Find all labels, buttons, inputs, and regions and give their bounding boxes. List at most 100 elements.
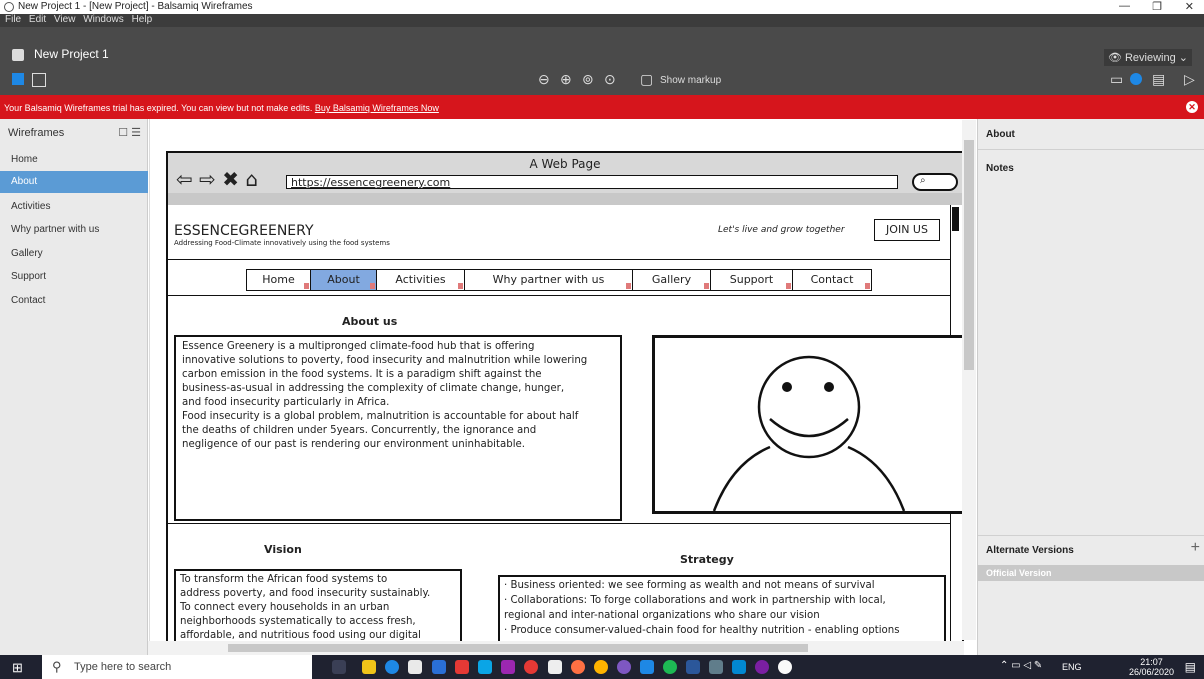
app-w-icon[interactable] <box>501 660 515 674</box>
store-icon[interactable] <box>408 660 422 674</box>
zoom-out-icon[interactable]: ⊖ <box>538 71 550 88</box>
list-view-icon[interactable] <box>12 73 24 85</box>
nav-why-partner[interactable]: Why partner with us <box>465 270 633 290</box>
nav-gallery[interactable]: Gallery <box>633 270 711 290</box>
zoom-actual-icon[interactable]: ⊚ <box>582 71 594 88</box>
sidebar-item-why-partner[interactable]: Why partner with us <box>0 219 148 241</box>
nav-activities[interactable]: Activities <box>377 270 465 290</box>
sidebar-view-toggle-icon[interactable]: ☐ ☰ <box>118 126 141 139</box>
app-shield-icon[interactable] <box>455 660 469 674</box>
zoom-in-icon[interactable]: ⊕ <box>560 71 572 88</box>
present-icon[interactable]: ▷ <box>1184 71 1195 88</box>
menu-bar: File Edit View Windows Help <box>0 14 1204 27</box>
canvas-horizontal-scrollbar[interactable] <box>148 641 964 655</box>
app-pen-icon[interactable] <box>709 660 723 674</box>
reviewing-label: Reviewing <box>1124 52 1176 64</box>
canvas-vertical-scrollbar[interactable] <box>962 120 976 640</box>
page-scroll-thumb[interactable] <box>952 207 959 231</box>
info-icon[interactable] <box>1130 73 1142 85</box>
strategy-text-box: · Business oriented: we see forming as w… <box>498 575 946 641</box>
nav-about[interactable]: About <box>311 270 377 290</box>
nav-support[interactable]: Support <box>711 270 793 290</box>
taskbar-clock[interactable]: 21:07 26/06/2020 <box>1129 657 1174 677</box>
zoom-fit-icon[interactable]: ⊙ <box>604 71 616 88</box>
brand-tagline: Addressing Food-Climate innovatively usi… <box>174 239 390 247</box>
windows-start-icon[interactable]: ⊞ <box>12 660 23 676</box>
comment-icon[interactable]: ▭ <box>1110 71 1123 88</box>
markup-icon[interactable]: ▢ <box>640 71 653 88</box>
browser-nav-icons: ⇦ ⇨ ✖ ⌂ <box>176 167 259 191</box>
banner-close-icon[interactable]: ✕ <box>1186 101 1198 113</box>
browser-chrome: A Web Page ⇦ ⇨ ✖ ⌂ https://essencegreene… <box>166 151 964 207</box>
notification-icon[interactable]: ▤ <box>1185 660 1196 674</box>
mail-icon[interactable] <box>478 660 492 674</box>
strategy-heading: Strategy <box>680 553 734 566</box>
spotify-icon[interactable] <box>663 660 677 674</box>
vertical-scroll-thumb[interactable] <box>964 140 974 370</box>
url-bar[interactable]: https://essencegreenery.com <box>286 175 898 189</box>
sidebar-item-activities[interactable]: Activities <box>0 196 148 218</box>
project-title: New Project 1 <box>34 47 109 61</box>
nav-home[interactable]: Home <box>247 270 311 290</box>
grid-view-icon[interactable] <box>32 73 46 87</box>
horizontal-scroll-thumb[interactable] <box>228 644 808 652</box>
windows-taskbar: ⊞ ⚲ Type here to search ⌃ ▭ ◁ ✎ ENG 21:0… <box>0 655 1204 679</box>
about-text-box: Essence Greenery is a multipronged clima… <box>174 335 622 521</box>
browser-title: A Web Page <box>529 157 601 171</box>
notepad-icon[interactable] <box>548 660 562 674</box>
wireframe-page: A Web Page ⇦ ⇨ ✖ ⌂ https://essencegreene… <box>166 151 964 641</box>
reviewing-mode-button[interactable]: 👁 Reviewing ⌄ <box>1103 49 1192 66</box>
close-icon[interactable]: ✕ <box>1185 0 1194 13</box>
app-c-icon[interactable] <box>617 660 631 674</box>
menu-help[interactable]: Help <box>132 14 153 25</box>
vision-heading: Vision <box>264 543 302 556</box>
menu-file[interactable]: File <box>5 14 21 25</box>
properties-panel: About Notes Alternate Versions + Officia… <box>977 119 1204 655</box>
notes-icon[interactable]: ▤ <box>1152 71 1165 88</box>
menu-windows[interactable]: Windows <box>83 14 124 25</box>
menu-view[interactable]: View <box>54 14 76 25</box>
notes-heading: Notes <box>986 163 1014 174</box>
page-body: ESSENCEGREENERY Addressing Food-Climate … <box>166 205 964 641</box>
window-title: New Project 1 - [New Project] - Balsamiq… <box>18 1 253 12</box>
word-icon[interactable] <box>686 660 700 674</box>
minimize-icon[interactable]: — <box>1119 0 1130 12</box>
search-placeholder: Type here to search <box>74 661 172 673</box>
taskbar-search[interactable]: ⚲ Type here to search <box>42 655 312 679</box>
task-view-icon[interactable] <box>332 660 346 674</box>
sidebar-item-contact[interactable]: Contact <box>0 290 148 312</box>
chrome-icon[interactable] <box>594 660 608 674</box>
slogan: Let's live and grow together <box>718 225 845 235</box>
show-markup-button[interactable]: Show markup <box>660 75 721 86</box>
sidebar-title: Wireframes <box>8 127 65 139</box>
join-us-button[interactable]: JOIN US <box>874 219 940 241</box>
app-icon <box>4 2 14 12</box>
firefox-icon[interactable] <box>571 660 585 674</box>
banner-message: Your Balsamiq Wireframes trial has expir… <box>4 103 313 113</box>
menu-edit[interactable]: Edit <box>29 14 46 25</box>
tray-icons[interactable]: ⌃ ▭ ◁ ✎ <box>1000 660 1042 671</box>
browser-search-icon[interactable]: ⌕ <box>912 173 958 191</box>
sidebar-item-about[interactable]: About <box>0 171 148 193</box>
add-version-icon[interactable]: + <box>1191 539 1200 557</box>
sidebar-item-support[interactable]: Support <box>0 266 148 288</box>
nav-contact[interactable]: Contact <box>793 270 871 290</box>
app-l-icon[interactable] <box>432 660 446 674</box>
site-nav: Home About Activities Why partner with u… <box>246 269 872 291</box>
official-version-item[interactable]: Official Version <box>978 565 1204 581</box>
maximize-icon[interactable]: ❐ <box>1152 0 1162 13</box>
file-explorer-icon[interactable] <box>362 660 376 674</box>
app-flag-icon[interactable] <box>732 660 746 674</box>
app-game-icon[interactable] <box>755 660 769 674</box>
trial-expired-banner: Your Balsamiq Wireframes trial has expir… <box>0 95 1204 119</box>
buy-link[interactable]: Buy Balsamiq Wireframes Now <box>315 103 439 113</box>
sidebar-item-home[interactable]: Home <box>0 149 148 171</box>
sidebar-item-gallery[interactable]: Gallery <box>0 243 148 265</box>
brand-name: ESSENCEGREENERY <box>174 223 314 239</box>
opera-icon[interactable] <box>524 660 538 674</box>
project-icon <box>12 49 24 61</box>
language-indicator[interactable]: ENG <box>1062 662 1082 672</box>
balsamiq-icon[interactable] <box>778 660 792 674</box>
edge-icon[interactable] <box>385 660 399 674</box>
skype-icon[interactable] <box>640 660 654 674</box>
